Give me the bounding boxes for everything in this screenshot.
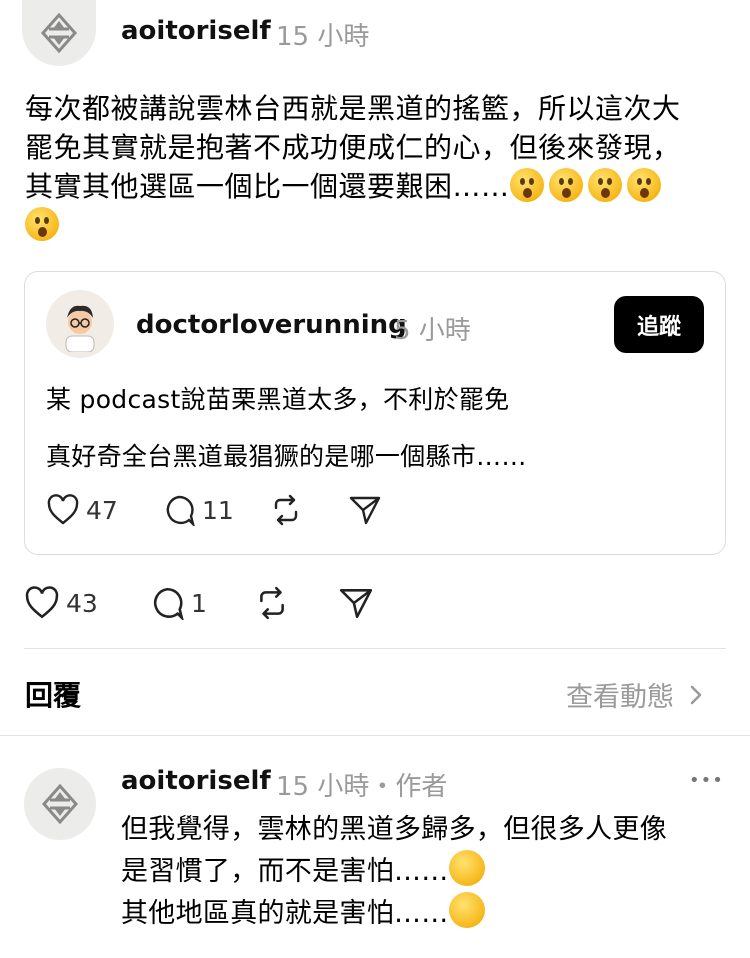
- divider: [24, 648, 726, 649]
- post-line: 每次都被講說雲林台西就是黑道的搖籃，所以這次大: [25, 92, 681, 125]
- more-options-button[interactable]: •••: [689, 770, 724, 791]
- comment-icon: [166, 495, 195, 526]
- hushed-face-icon: [587, 168, 622, 202]
- reply-username[interactable]: aoitoriself: [121, 766, 271, 796]
- post-text: 每次都被講說雲林台西就是黑道的搖籃，所以這次大 罷免其實就是抱著不成功便成仁的心…: [25, 89, 681, 245]
- quoted-like-button[interactable]: 47: [46, 494, 118, 526]
- hushed-face-icon: [548, 168, 583, 202]
- reply-line: 但我覺得，雲林的黑道多歸多，但很多人更像: [121, 814, 667, 845]
- repost-icon: [274, 494, 298, 526]
- view-activity-link[interactable]: 查看動態: [566, 675, 708, 714]
- heart-icon: [47, 494, 79, 525]
- reply-line: 是習慣了，而不是害怕……: [121, 850, 667, 892]
- hushed-face-icon: [509, 168, 544, 202]
- quoted-avatar[interactable]: [46, 290, 114, 358]
- hushed-face-icon: [25, 207, 59, 241]
- hushed-face-icon: [626, 168, 661, 202]
- quoted-text-line: 真好奇全台黑道最猖獗的是哪一個縣市……: [46, 442, 527, 471]
- post-line: 罷免其實就是抱著不成功便成仁的心，但後來發現，: [25, 131, 681, 164]
- comment-count: 1: [191, 588, 207, 618]
- doctor-avatar-icon: [65, 305, 95, 352]
- heart-icon: [25, 586, 59, 619]
- quoted-comment-button[interactable]: 11: [162, 494, 234, 526]
- replies-title: 回覆: [25, 679, 82, 712]
- timestamp: 15 小時: [276, 22, 370, 52]
- share-button[interactable]: [338, 586, 374, 620]
- recycle-logo-icon: [41, 783, 79, 825]
- comment-icon: [153, 587, 184, 620]
- quoted-text-line: 某 podcast說苗栗黑道太多，不利於罷免: [46, 385, 510, 414]
- reply-meta: 15 小時・作者: [276, 772, 448, 802]
- repost-button[interactable]: [255, 586, 289, 620]
- avatar[interactable]: [22, 0, 96, 66]
- follow-button[interactable]: 追蹤: [614, 296, 704, 353]
- send-icon: [349, 496, 381, 525]
- thinking-face-icon: [448, 850, 485, 886]
- comment-button[interactable]: 1: [149, 586, 207, 620]
- post-line: [25, 206, 681, 245]
- chevron-right-icon: [690, 685, 702, 704]
- reply-avatar[interactable]: [24, 768, 96, 840]
- like-button[interactable]: 43: [24, 586, 98, 620]
- quoted-like-count: 47: [86, 495, 118, 525]
- melting-face-icon: [448, 892, 485, 928]
- quoted-timestamp: 5 小時: [394, 316, 471, 346]
- recycle-logo-icon: [40, 12, 78, 54]
- reply-line: 其他地區真的就是害怕……: [121, 892, 667, 934]
- quoted-repost-button[interactable]: [270, 494, 302, 526]
- quoted-comment-count: 11: [202, 495, 234, 525]
- username[interactable]: aoitoriself: [121, 16, 271, 46]
- divider: [0, 735, 750, 736]
- send-icon: [339, 589, 373, 619]
- quoted-share-button[interactable]: [348, 494, 382, 526]
- quoted-username[interactable]: doctorloverunning: [136, 310, 407, 340]
- reply-text: 但我覺得，雲林的黑道多歸多，但很多人更像 是習慣了，而不是害怕…… 其他地區真的…: [121, 810, 667, 934]
- post-line: 其實其他選區一個比一個還要艱困……: [25, 167, 681, 206]
- repost-icon: [260, 586, 284, 620]
- like-count: 43: [66, 588, 98, 618]
